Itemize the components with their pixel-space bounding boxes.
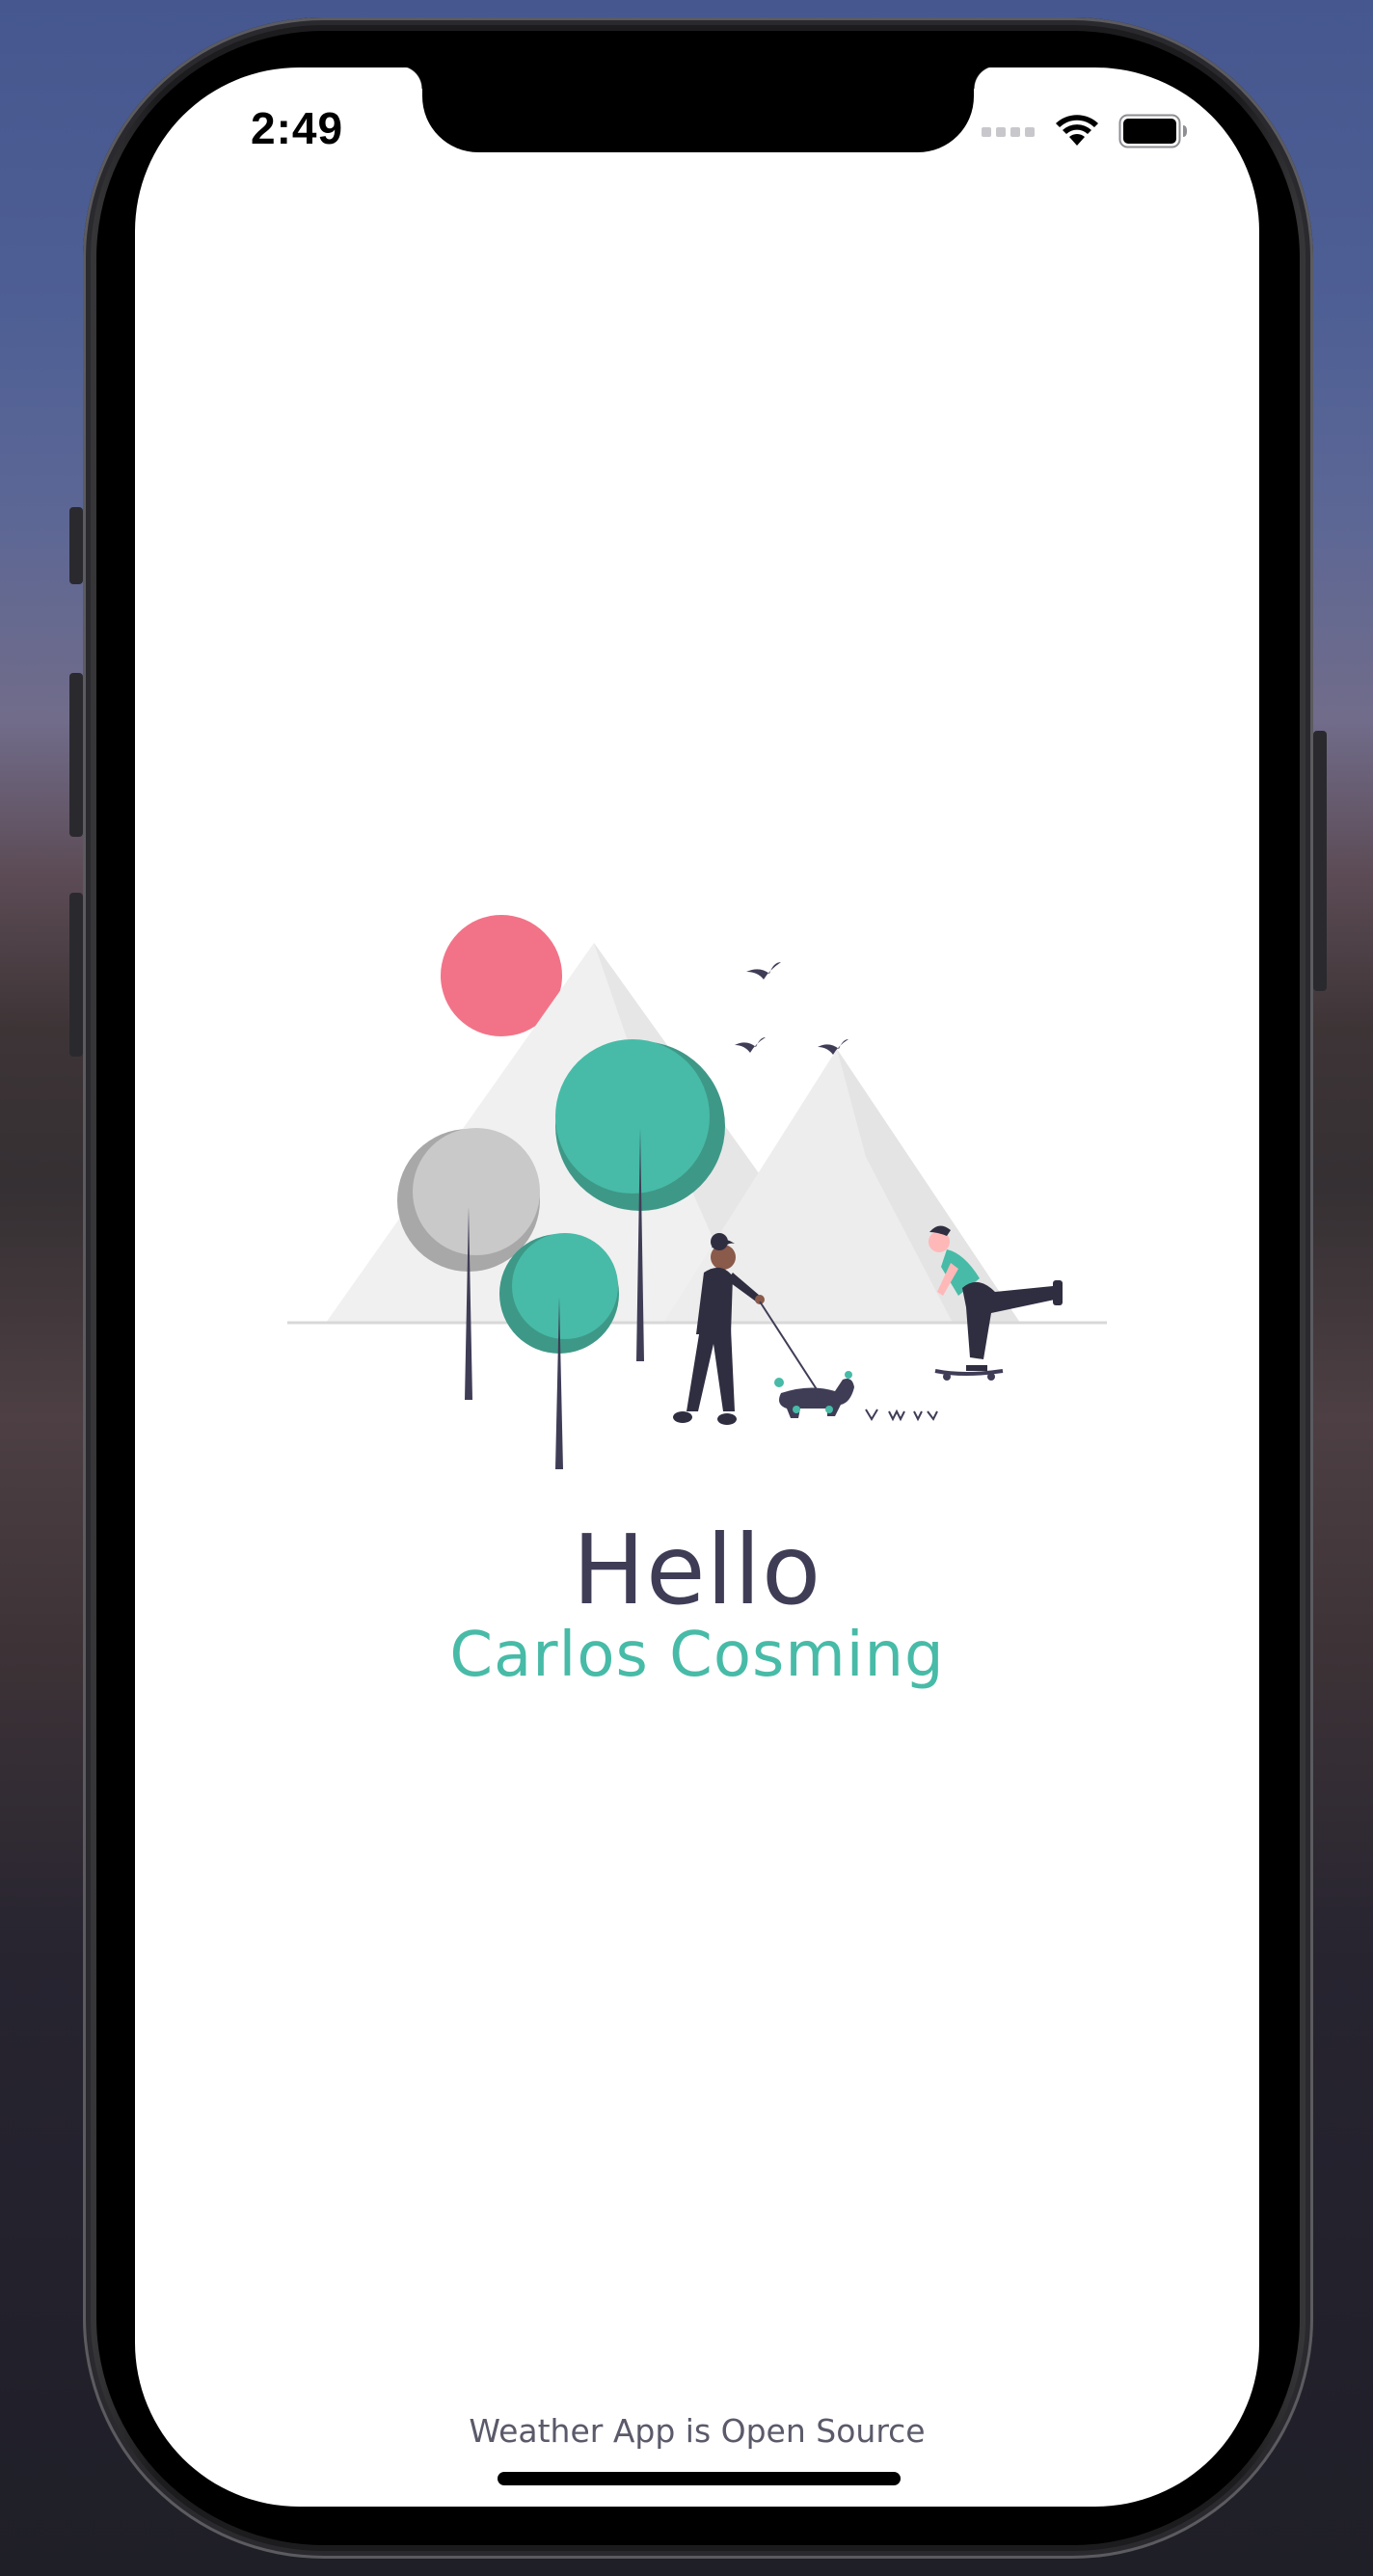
dog-figure	[774, 1371, 854, 1418]
power-button	[1313, 731, 1327, 991]
wifi-icon	[1055, 115, 1099, 152]
camera-notch	[399, 67, 997, 152]
bird	[746, 962, 781, 979]
bird	[818, 1039, 848, 1055]
open-source-link[interactable]: Weather App is Open Source	[135, 2412, 1259, 2450]
user-name: Carlos Cosming	[449, 1620, 945, 1691]
grey-tree-canopy	[413, 1128, 540, 1255]
status-time: 2:49	[251, 103, 344, 153]
silent-switch	[69, 507, 83, 584]
grass-tufts	[865, 1409, 938, 1422]
home-indicator[interactable]	[498, 2472, 901, 2485]
app-screen: 2:49 Hello Carlos Cosming Weather App is…	[135, 67, 1259, 2507]
outdoor-illustration	[287, 915, 1107, 1469]
volume-down-button	[69, 893, 83, 1057]
battery-icon	[1118, 114, 1188, 153]
teal-tree-canopy	[555, 1039, 710, 1194]
bird	[735, 1037, 766, 1053]
status-icons	[982, 114, 1188, 153]
greeting-title: Hello	[572, 1514, 822, 1626]
small-tree-canopy	[512, 1233, 618, 1339]
cellular-signal-icon	[982, 124, 1036, 143]
volume-up-button	[69, 673, 83, 837]
